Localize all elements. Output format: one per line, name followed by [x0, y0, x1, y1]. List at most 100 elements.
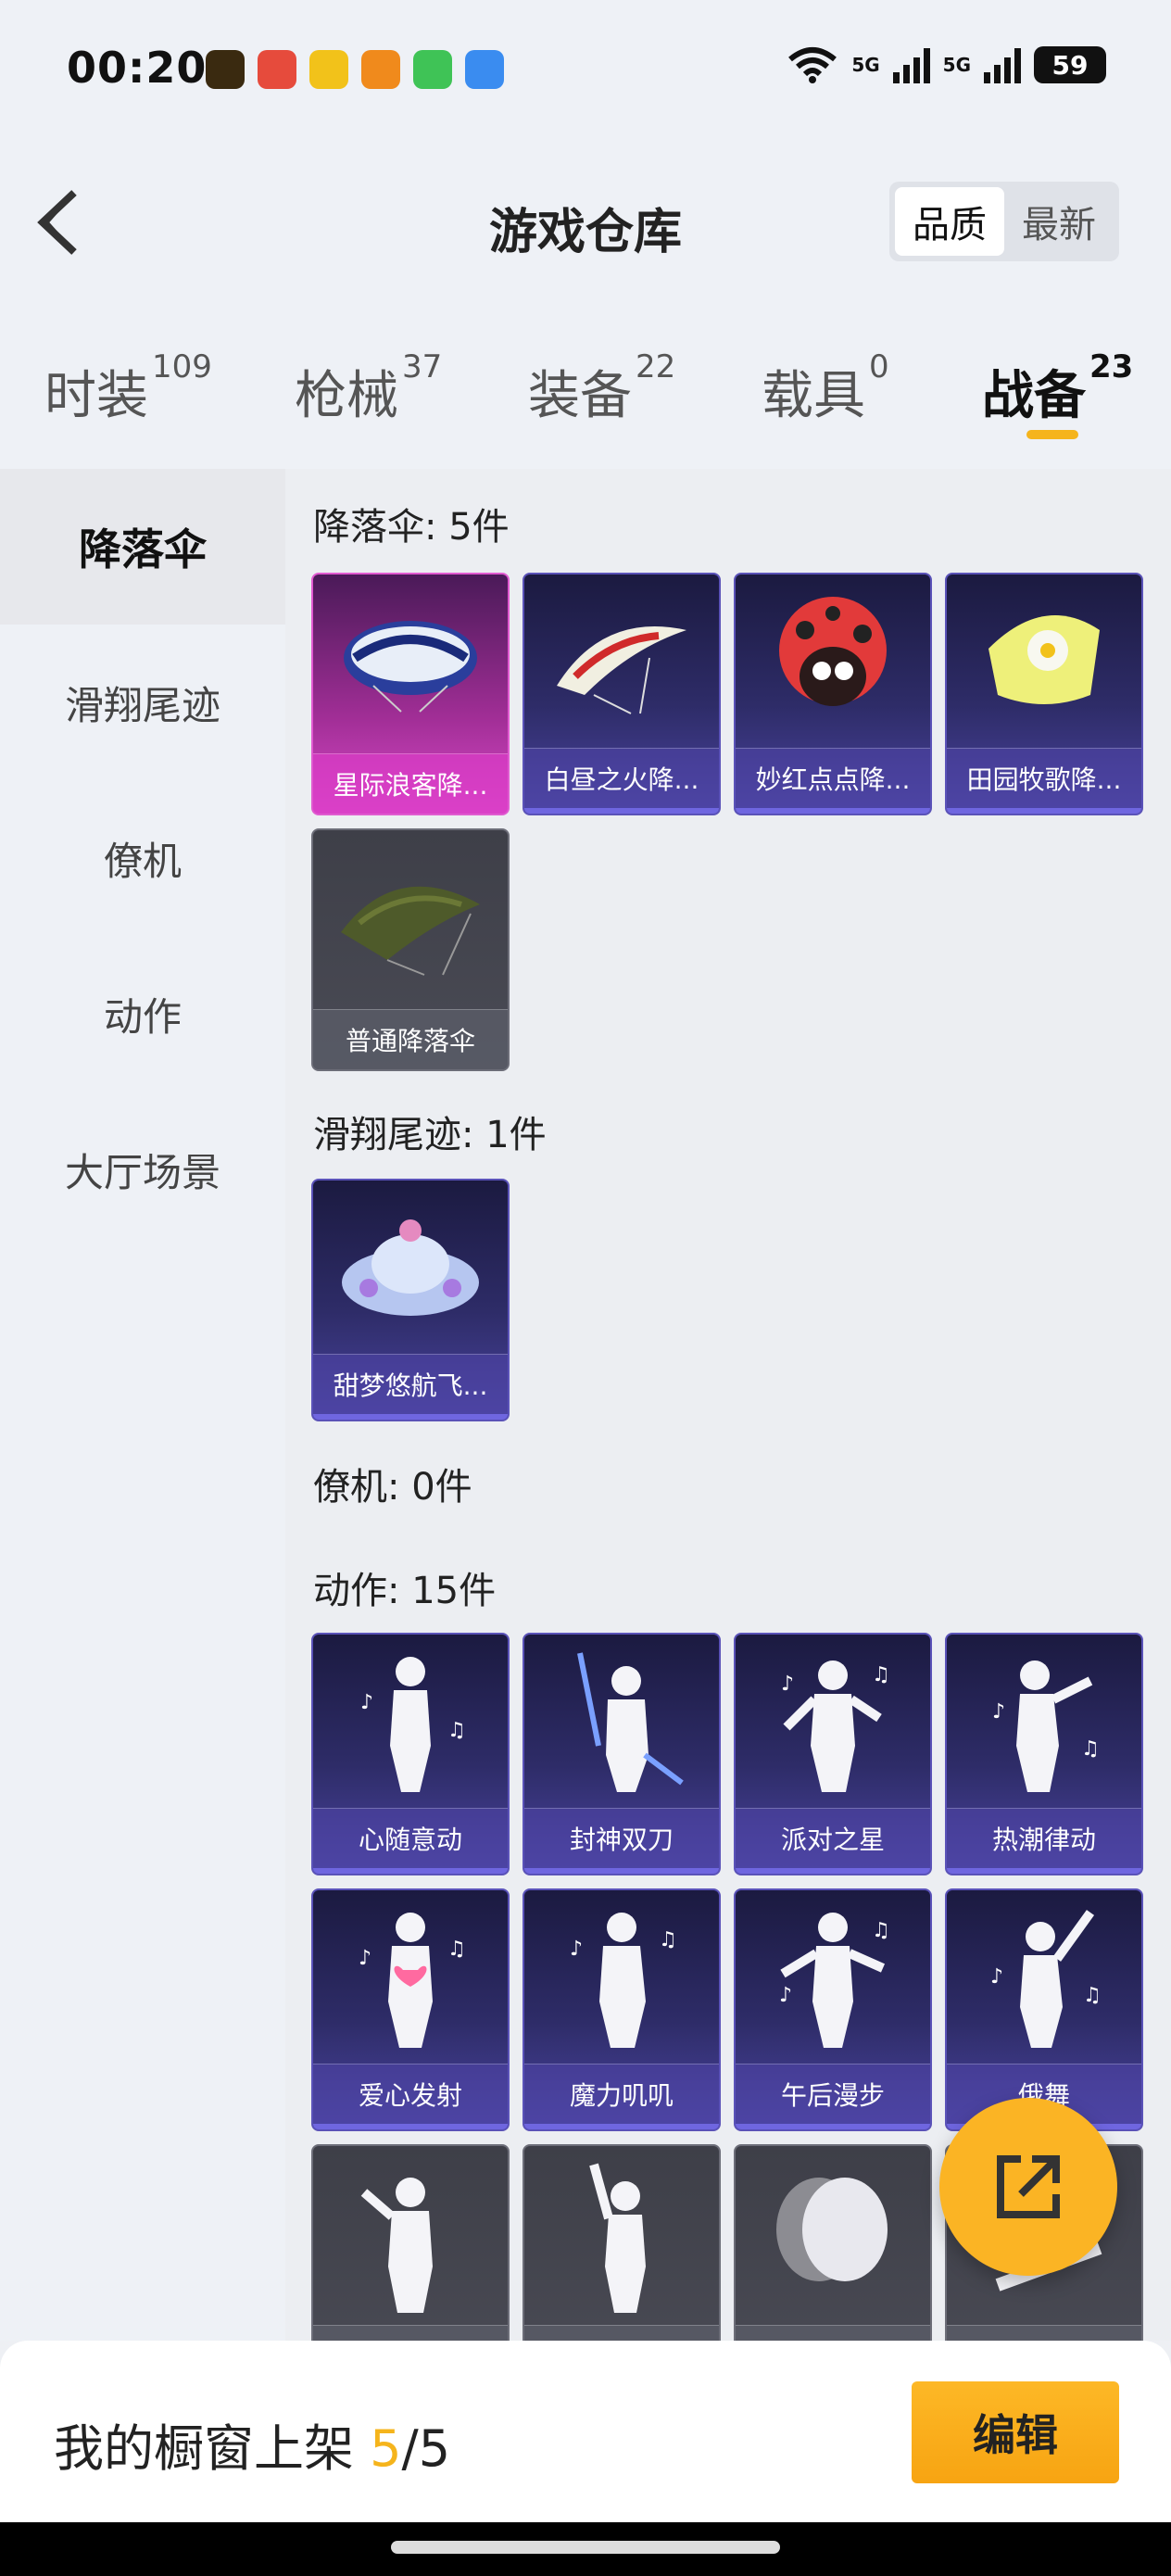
sort-latest-button[interactable]: 最新	[1004, 187, 1114, 256]
tab-supplies[interactable]: 战备 23	[982, 348, 1133, 429]
item-name: 白昼之火降...	[524, 748, 719, 814]
item-card[interactable]: 甜梦悠航飞...	[311, 1179, 510, 1421]
item-name	[313, 2325, 508, 2341]
bottom-bar: 我的橱窗上架 5/5 编辑	[0, 2341, 1171, 2522]
wifi-icon	[788, 47, 837, 83]
section-title-wingman: 僚机: 0件	[313, 1466, 472, 1509]
external-link-icon	[997, 2155, 1060, 2218]
tab-count: 109	[152, 348, 212, 385]
item-card[interactable]: 妙红点点降...	[734, 573, 932, 815]
trail-image	[313, 1181, 508, 1357]
sidebar-item-wingman[interactable]: 僚机	[0, 780, 285, 936]
emote-image: ♪ ♫	[524, 1890, 719, 2066]
emote-image: ♪ ♫	[736, 1890, 930, 2066]
svg-text:♫: ♫	[447, 1719, 466, 1742]
tab-count: 0	[869, 348, 889, 385]
app-icon	[258, 50, 296, 89]
app-icon	[309, 50, 348, 89]
battery-icon: 59	[1034, 46, 1106, 83]
item-card[interactable]: ♪ ♫ 派对之星	[734, 1633, 932, 1875]
item-card[interactable]: ♪ ♫ 热潮律动	[945, 1633, 1143, 1875]
svg-text:♪: ♪	[359, 1947, 371, 1970]
signal-icon	[984, 46, 1021, 83]
sidebar-item-emote[interactable]: 动作	[0, 936, 285, 1092]
item-name: 爱心发射	[313, 2064, 508, 2129]
parachute-image	[947, 575, 1141, 751]
item-card[interactable]: ♪ ♫ 俄舞	[945, 1888, 1143, 2131]
emote-image: ♪ ♫	[313, 1635, 508, 1811]
item-card[interactable]: 星际浪客降...	[311, 573, 510, 815]
sidebar-item-lobby-scene[interactable]: 大厅场景	[0, 1092, 285, 1247]
emote-image	[313, 2146, 508, 2322]
item-card[interactable]: 普通降落伞	[311, 828, 510, 1071]
svg-text:♪: ♪	[360, 1691, 373, 1714]
item-card[interactable]: 白昼之火降...	[523, 573, 721, 815]
signal-icon	[892, 46, 930, 83]
sidebar-item-parachute[interactable]: 降落伞	[0, 469, 285, 625]
tab-count: 22	[636, 348, 676, 385]
emote-image: ♪ ♫	[947, 1635, 1141, 1811]
showcase-label: 我的橱窗上架	[54, 2419, 371, 2478]
item-name	[947, 2325, 1141, 2341]
showcase-total: /5	[401, 2419, 451, 2478]
app-icon	[465, 50, 504, 89]
item-card[interactable]	[734, 2144, 932, 2341]
item-card[interactable]: ♪ ♫ 心随意动	[311, 1633, 510, 1875]
svg-text:♫: ♫	[872, 1919, 890, 1942]
network-type: 5G	[851, 54, 880, 76]
header: 游戏仓库 品质 最新	[0, 139, 1171, 306]
status-bar: 00:20 5G 5G 59	[0, 0, 1171, 139]
emote-image: ♪ ♫	[947, 1890, 1141, 2066]
category-tabs: 时装 109 枪械 37 装备 22 载具 0 战备 23	[0, 306, 1171, 469]
item-card[interactable]: 封神双刀	[523, 1633, 721, 1875]
item-card[interactable]: ♪ ♫ 午后漫步	[734, 1888, 932, 2131]
item-name: 普通降落伞	[313, 1009, 508, 1069]
item-name: 封神双刀	[524, 1808, 719, 1874]
item-card[interactable]: ♪ ♫ 爱心发射	[311, 1888, 510, 2131]
active-tab-indicator	[1026, 430, 1078, 439]
svg-text:♪: ♪	[992, 1700, 1005, 1724]
tab-label: 装备	[528, 366, 632, 426]
home-indicator[interactable]	[391, 2541, 780, 2554]
showcase-status: 我的橱窗上架 5/5	[54, 2407, 450, 2481]
item-card[interactable]	[311, 2144, 510, 2341]
tab-vehicles[interactable]: 载具 0	[762, 348, 889, 429]
section-title-emote: 动作: 15件	[313, 1570, 497, 1612]
tab-label: 时装	[44, 366, 148, 426]
item-card[interactable]	[523, 2144, 721, 2341]
tab-guns[interactable]: 枪械 37	[295, 348, 442, 429]
parachute-image	[524, 575, 719, 751]
clock: 00:20	[67, 43, 208, 93]
sort-quality-button[interactable]: 品质	[895, 187, 1004, 256]
emote-image: ♪ ♫	[313, 1890, 508, 2066]
item-name: 热潮律动	[947, 1808, 1141, 1874]
svg-text:♪: ♪	[781, 1673, 794, 1696]
emote-image: ♪ ♫	[736, 1635, 930, 1811]
network-type: 5G	[942, 54, 971, 76]
item-card[interactable]: ♪ ♫ 魔力叽叽	[523, 1888, 721, 2131]
svg-text:♫: ♫	[1081, 1737, 1100, 1761]
emote-image	[524, 2146, 719, 2322]
emote-image	[736, 2146, 930, 2322]
share-button[interactable]	[939, 2098, 1117, 2276]
sidebar-item-trail[interactable]: 滑翔尾迹	[0, 625, 285, 780]
section-title-parachute: 降落伞: 5件	[313, 506, 510, 549]
app-icon	[361, 50, 400, 89]
svg-text:♫: ♫	[447, 1938, 466, 1961]
tab-count: 23	[1089, 348, 1134, 385]
parachute-image	[736, 575, 930, 751]
svg-text:♪: ♪	[570, 1938, 583, 1961]
tab-equipment[interactable]: 装备 22	[528, 348, 675, 429]
showcase-current: 5	[370, 2419, 402, 2478]
item-name: 心随意动	[313, 1808, 508, 1874]
item-name: 田园牧歌降...	[947, 748, 1141, 814]
item-name	[736, 2325, 930, 2341]
svg-text:♪: ♪	[779, 1984, 792, 2007]
tab-fashion[interactable]: 时装 109	[44, 348, 212, 429]
app-icon	[206, 50, 245, 89]
section-title-trail: 滑翔尾迹: 1件	[313, 1114, 547, 1156]
item-name: 妙红点点降...	[736, 748, 930, 814]
edit-button[interactable]: 编辑	[912, 2381, 1119, 2483]
item-card[interactable]: 田园牧歌降...	[945, 573, 1143, 815]
svg-text:♫: ♫	[1083, 1984, 1102, 2007]
